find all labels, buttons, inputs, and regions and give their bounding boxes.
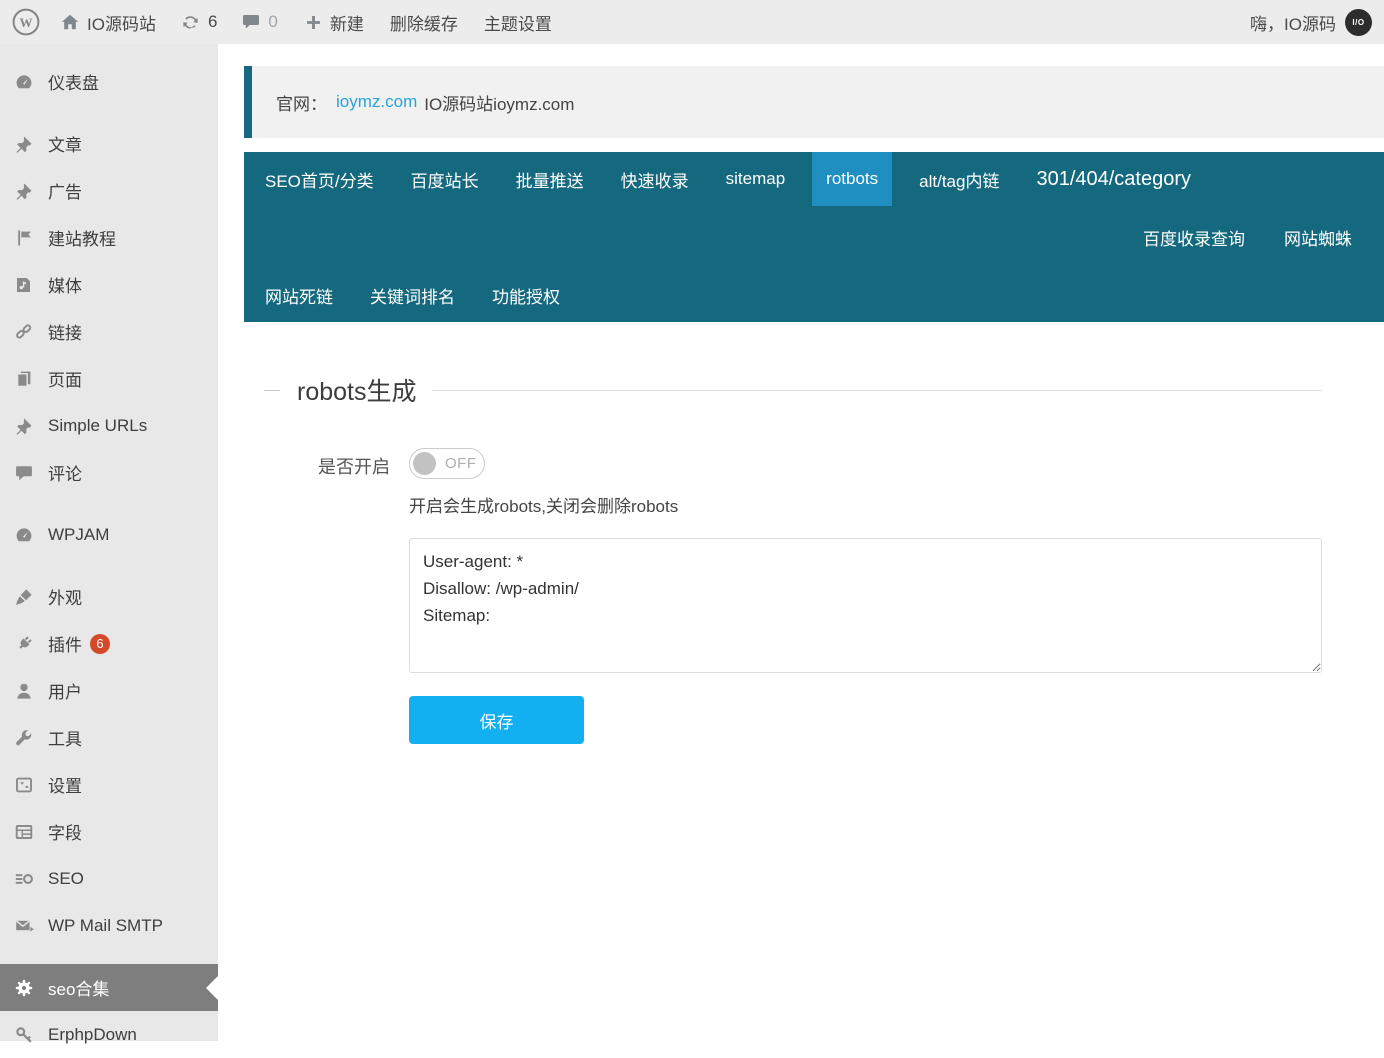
gauge-icon <box>13 524 35 546</box>
wordpress-logo-icon[interactable]: W <box>12 8 40 36</box>
tab-fast-index[interactable]: 快速收录 <box>621 152 689 206</box>
sidebar-item-appearance[interactable]: 外观 <box>0 573 218 620</box>
page-title: robots生成 <box>297 372 416 408</box>
comment-bubble-icon <box>241 12 261 32</box>
sidebar-item-pages[interactable]: 页面 <box>0 355 218 402</box>
new-content-menu[interactable]: 新建 <box>304 10 364 35</box>
robots-form: 是否开启 OFF 开启会生成robots,关闭会删除robots User-ag… <box>264 448 1322 744</box>
sidebar-item-wpjam[interactable]: WPJAM <box>0 511 218 558</box>
notice-prefix: 官网： <box>276 90 327 115</box>
sidebar-item-seo-collection[interactable]: seo合集 <box>0 964 218 1011</box>
sidebar-item-simple-urls[interactable]: Simple URLs <box>0 402 218 449</box>
tab-dead-links[interactable]: 网站死链 <box>265 283 333 308</box>
sidebar-item-seo[interactable]: SEO <box>0 855 218 902</box>
site-name: IO源码站 <box>87 10 156 35</box>
site-notice: 官网： ioymz.com IO源码站ioymz.com <box>244 66 1384 138</box>
pages-icon <box>13 368 35 390</box>
notice-suffix: IO源码站ioymz.com <box>424 90 574 115</box>
tab-baidu-webmaster[interactable]: 百度站长 <box>411 152 479 206</box>
tab-site-spider[interactable]: 网站蜘蛛 <box>1284 225 1352 250</box>
updates-count: 6 <box>208 12 217 32</box>
fields-table-icon <box>13 821 35 843</box>
comments-menu[interactable]: 0 <box>241 12 277 32</box>
pin-icon <box>13 415 35 437</box>
comments-count: 0 <box>268 12 277 32</box>
user-icon <box>13 680 35 702</box>
plus-icon <box>304 13 323 32</box>
robots-enable-toggle[interactable]: OFF <box>409 448 485 479</box>
title-left-rule <box>264 390 280 391</box>
avatar: I/O <box>1345 9 1372 36</box>
seo-icon <box>13 868 35 890</box>
sidebar-item-comments[interactable]: 评论 <box>0 449 218 496</box>
sidebar-item-tutorials[interactable]: 建站教程 <box>0 214 218 261</box>
pin-icon <box>13 133 35 155</box>
sidebar-item-posts[interactable]: 文章 <box>0 120 218 167</box>
svg-text:W: W <box>20 15 33 30</box>
tab-alt-tag-links[interactable]: alt/tag内链 <box>919 152 999 206</box>
sidebar-item-dashboard[interactable]: 仪表盘 <box>0 58 218 105</box>
tab-sitemap[interactable]: sitemap <box>726 152 786 206</box>
new-label: 新建 <box>330 10 364 35</box>
robots-panel: robots生成 是否开启 OFF 开启会生成robots,关闭会删除robot… <box>218 372 1384 744</box>
sidebar-item-fields[interactable]: 字段 <box>0 808 218 855</box>
media-icon <box>13 274 35 296</box>
link-icon <box>13 321 35 343</box>
sidebar-item-links[interactable]: 链接 <box>0 308 218 355</box>
title-right-rule <box>433 390 1322 391</box>
mail-icon <box>13 915 35 937</box>
update-icon <box>180 12 201 33</box>
clear-cache-link[interactable]: 删除缓存 <box>390 10 458 35</box>
settings-icon <box>13 774 35 796</box>
site-menu[interactable]: IO源码站 <box>60 10 156 35</box>
sidebar-item-erphpdown[interactable]: ErphpDown <box>0 1011 218 1058</box>
sidebar-item-plugins[interactable]: 插件 6 <box>0 620 218 667</box>
section-title-row: robots生成 <box>264 372 1322 408</box>
tab-row-2: 百度收录查询 网站蜘蛛 <box>265 206 1384 268</box>
toggle-state-text: OFF <box>445 455 477 472</box>
content-area: 官网： ioymz.com IO源码站ioymz.com SEO首页/分类 百度站长… <box>218 44 1384 1041</box>
form-controls: OFF 开启会生成robots,关闭会删除robots User-agent: … <box>409 448 1322 744</box>
sidebar-item-media[interactable]: 媒体 <box>0 261 218 308</box>
toggle-label: 是否开启 <box>264 448 390 744</box>
official-site-link[interactable]: ioymz.com <box>336 92 417 112</box>
toggle-knob <box>413 452 436 475</box>
sidebar-item-wp-mail-smtp[interactable]: WP Mail SMTP <box>0 902 218 949</box>
account-menu[interactable]: 嗨，IO源码 I/O <box>1250 9 1372 36</box>
plugin-icon <box>13 633 35 655</box>
sidebar-item-users[interactable]: 用户 <box>0 667 218 714</box>
tab-keyword-ranking[interactable]: 关键词排名 <box>370 283 455 308</box>
tab-rotbots[interactable]: rotbots <box>812 152 892 206</box>
brush-icon <box>13 586 35 608</box>
tab-301-404-category[interactable]: 301/404/category <box>1036 152 1191 206</box>
plugins-update-badge: 6 <box>90 634 110 654</box>
gear-icon <box>13 977 35 999</box>
sidebar-item-settings[interactable]: 设置 <box>0 761 218 808</box>
tab-batch-push[interactable]: 批量推送 <box>516 152 584 206</box>
save-button[interactable]: 保存 <box>409 696 584 744</box>
tab-seo-home-category[interactable]: SEO首页/分类 <box>265 152 374 206</box>
key-icon <box>13 1024 35 1046</box>
admin-sidebar: 仪表盘 文章 广告 建站教程 媒体 链接 页面 Simple URLs 评论 W… <box>0 44 218 1041</box>
theme-settings-link[interactable]: 主题设置 <box>484 10 552 35</box>
tab-row-3: 网站死链 关键词排名 功能授权 <box>265 268 1384 322</box>
dashboard-icon <box>13 71 35 93</box>
admin-bar: W IO源码站 6 0 新建 删除缓存 主题设置 嗨，IO源码 I/O <box>0 0 1384 44</box>
sidebar-item-tools[interactable]: 工具 <box>0 714 218 761</box>
wrench-icon <box>13 727 35 749</box>
pin-icon <box>13 180 35 202</box>
sidebar-item-ads[interactable]: 广告 <box>0 167 218 214</box>
seo-tab-bar: SEO首页/分类 百度站长 批量推送 快速收录 sitemap rotbots … <box>244 152 1384 322</box>
tab-feature-license[interactable]: 功能授权 <box>492 283 560 308</box>
greeting-text: 嗨，IO源码 <box>1250 10 1336 35</box>
robots-content-textarea[interactable]: User-agent: * Disallow: /wp-admin/ Sitem… <box>409 538 1322 673</box>
comment-icon <box>13 462 35 484</box>
updates-menu[interactable]: 6 <box>180 12 217 33</box>
flag-icon <box>13 227 35 249</box>
toggle-hint: 开启会生成robots,关闭会删除robots <box>409 492 1322 517</box>
tab-row-1: SEO首页/分类 百度站长 批量推送 快速收录 sitemap rotbots … <box>265 152 1384 206</box>
tab-baidu-index-query[interactable]: 百度收录查询 <box>1143 225 1245 250</box>
home-icon <box>60 12 80 32</box>
